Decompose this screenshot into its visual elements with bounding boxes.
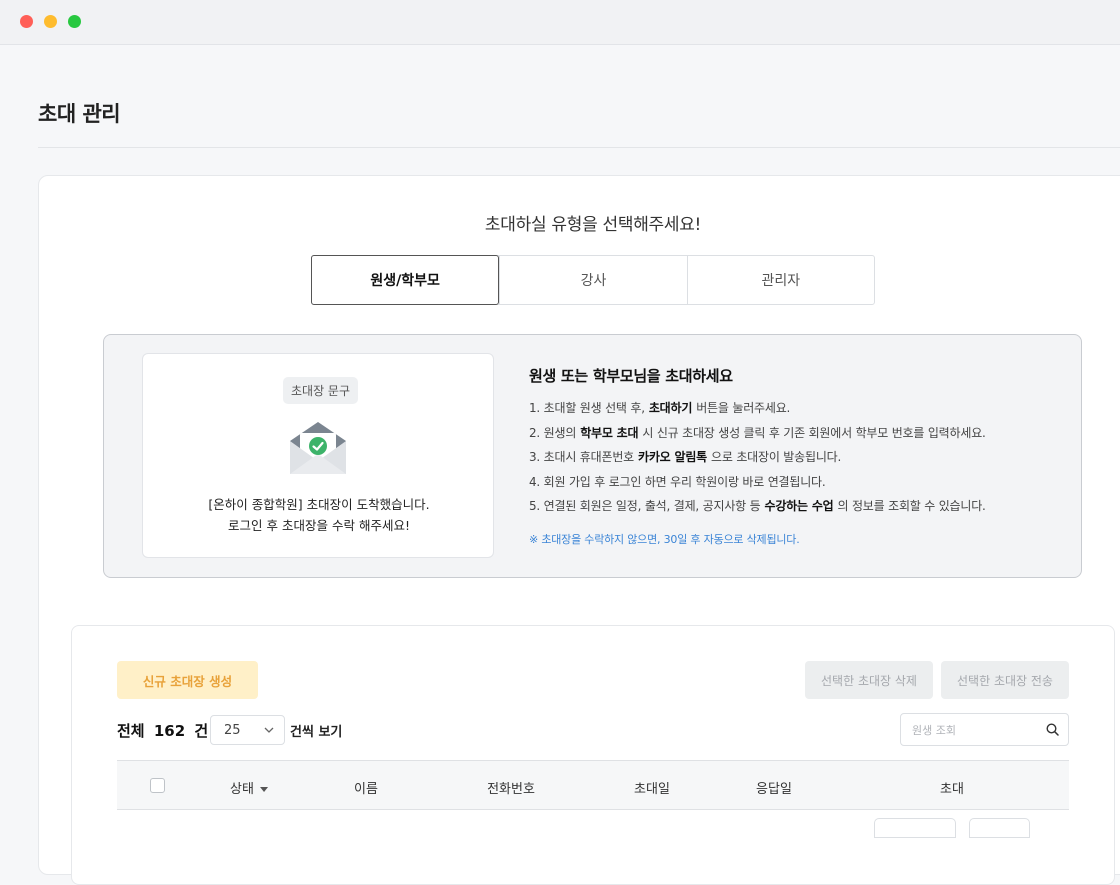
instruction-line: 4. 회원 가입 후 로그인 하면 우리 학원이랑 바로 연결됩니다. bbox=[529, 470, 1069, 495]
maximize-window-button[interactable] bbox=[68, 15, 81, 28]
instruction-highlight: 학부모 초대 bbox=[580, 425, 639, 440]
instruction-line: 5. 연결된 회원은 일정, 출석, 결제, 공지사항 등 수강하는 수업 의 정보… bbox=[529, 494, 1069, 519]
row-action-button[interactable] bbox=[969, 818, 1030, 838]
total-count: 전체 162 건 bbox=[117, 720, 208, 741]
page-size-select[interactable]: 25 bbox=[210, 715, 285, 745]
invite-message-preview: 초대장 문구 [온하이 종합학원] 초대장이 도착했습니다. 로그인 후 초대장… bbox=[142, 353, 494, 558]
page-title: 초대 관리 bbox=[38, 102, 121, 126]
close-window-button[interactable] bbox=[20, 15, 33, 28]
expiry-note: ※ 초대장을 수락하지 않으면, 30일 후 자동으로 삭제됩니다. bbox=[529, 532, 800, 546]
instruction-text: 3. 초대시 휴대폰번호 bbox=[529, 450, 634, 464]
send-selected-button[interactable]: 선택한 초대장 전송 bbox=[941, 661, 1069, 699]
invite-message-line-2: 로그인 후 초대장을 수락 해주세요! bbox=[228, 518, 410, 533]
page-size-value: 25 bbox=[224, 722, 241, 738]
delete-selected-button[interactable]: 선택한 초대장 삭제 bbox=[805, 661, 933, 699]
select-all-checkbox[interactable] bbox=[150, 778, 165, 793]
tab-instructor[interactable]: 강사 bbox=[499, 256, 686, 304]
instruction-text: 버튼을 눌러주세요. bbox=[696, 401, 791, 415]
column-reply-date: 응답일 bbox=[756, 782, 792, 797]
student-search-input[interactable] bbox=[912, 721, 1037, 739]
create-invite-button[interactable]: 신규 초대장 생성 bbox=[117, 661, 258, 699]
instruction-text: 4. 회원 가입 후 로그인 하면 우리 학원이랑 바로 연결됩니다. bbox=[529, 474, 826, 489]
tab-admin[interactable]: 관리자 bbox=[686, 256, 874, 304]
invite-message-text: [온하이 종합학원] 초대장이 도착했습니다. 로그인 후 초대장을 수락 해주… bbox=[143, 494, 495, 536]
caret-down-icon bbox=[259, 787, 268, 792]
invite-instructions: 원생 또는 학부모님을 초대하세요 1. 초대할 원생 선택 후, 초대하기 버튼을… bbox=[529, 365, 1069, 547]
minimize-window-button[interactable] bbox=[44, 15, 57, 28]
envelope-check-icon bbox=[290, 422, 346, 474]
chevron-down-icon bbox=[264, 727, 274, 733]
instruction-line: 3. 초대시 휴대폰번호 카카오 알림톡 으로 초대장이 발송됩니다. bbox=[529, 445, 1069, 470]
total-unit: 건 bbox=[194, 722, 209, 740]
instruction-highlight: 카카오 알림톡 bbox=[638, 450, 708, 464]
tab-student-parent[interactable]: 원생/학부모 bbox=[311, 255, 500, 305]
title-divider bbox=[38, 147, 1120, 148]
column-phone: 전화번호 bbox=[487, 782, 535, 797]
column-invite-date: 초대일 bbox=[634, 782, 670, 797]
instruction-text: 시 신규 초대장 생성 클릭 후 기존 회원에서 학부모 번호를 입력하세요. bbox=[642, 425, 986, 440]
instructions-title: 원생 또는 학부모님을 초대하세요 bbox=[529, 367, 733, 385]
instruction-text: 5. 연결된 회원은 일정, 출석, 결제, 공지사항 등 bbox=[529, 499, 761, 513]
invite-type-prompt: 초대하실 유형을 선택해주세요! bbox=[484, 215, 702, 235]
total-label: 전체 bbox=[117, 722, 145, 740]
window-titlebar bbox=[0, 0, 1120, 45]
column-name: 이름 bbox=[354, 782, 378, 797]
row-action-button[interactable] bbox=[874, 818, 956, 838]
invite-message-chip: 초대장 문구 bbox=[283, 377, 359, 404]
student-search bbox=[900, 713, 1069, 746]
instruction-line: 1. 초대할 원생 선택 후, 초대하기 버튼을 눌러주세요. bbox=[529, 396, 1069, 421]
search-icon[interactable] bbox=[1046, 723, 1059, 736]
instruction-text: 2. 원생의 bbox=[529, 425, 577, 440]
invite-type-tabs: 원생/학부모 강사 관리자 bbox=[311, 255, 875, 305]
column-status-label: 상태 bbox=[230, 782, 254, 797]
column-invite: 초대 bbox=[940, 782, 964, 797]
invite-table-header: 상태 이름 전화번호 초대일 응답일 초대 bbox=[117, 760, 1069, 810]
invite-message-line-1: [온하이 종합학원] 초대장이 도착했습니다. bbox=[208, 497, 430, 512]
instruction-text: 1. 초대할 원생 선택 후, bbox=[529, 401, 645, 415]
instruction-highlight: 수강하는 수업 bbox=[764, 499, 834, 513]
instruction-line: 2. 원생의 학부모 초대 시 신규 초대장 생성 클릭 후 기존 회원에서 학부모… bbox=[529, 421, 1069, 446]
total-number: 162 bbox=[153, 722, 186, 740]
instruction-highlight: 초대하기 bbox=[648, 401, 693, 415]
page-size-label: 건씩 보기 bbox=[290, 725, 343, 740]
instruction-text: 으로 초대장이 발송됩니다. bbox=[711, 450, 842, 464]
column-status[interactable]: 상태 bbox=[230, 778, 268, 797]
instruction-text: 의 정보를 조회할 수 있습니다. bbox=[837, 499, 986, 513]
